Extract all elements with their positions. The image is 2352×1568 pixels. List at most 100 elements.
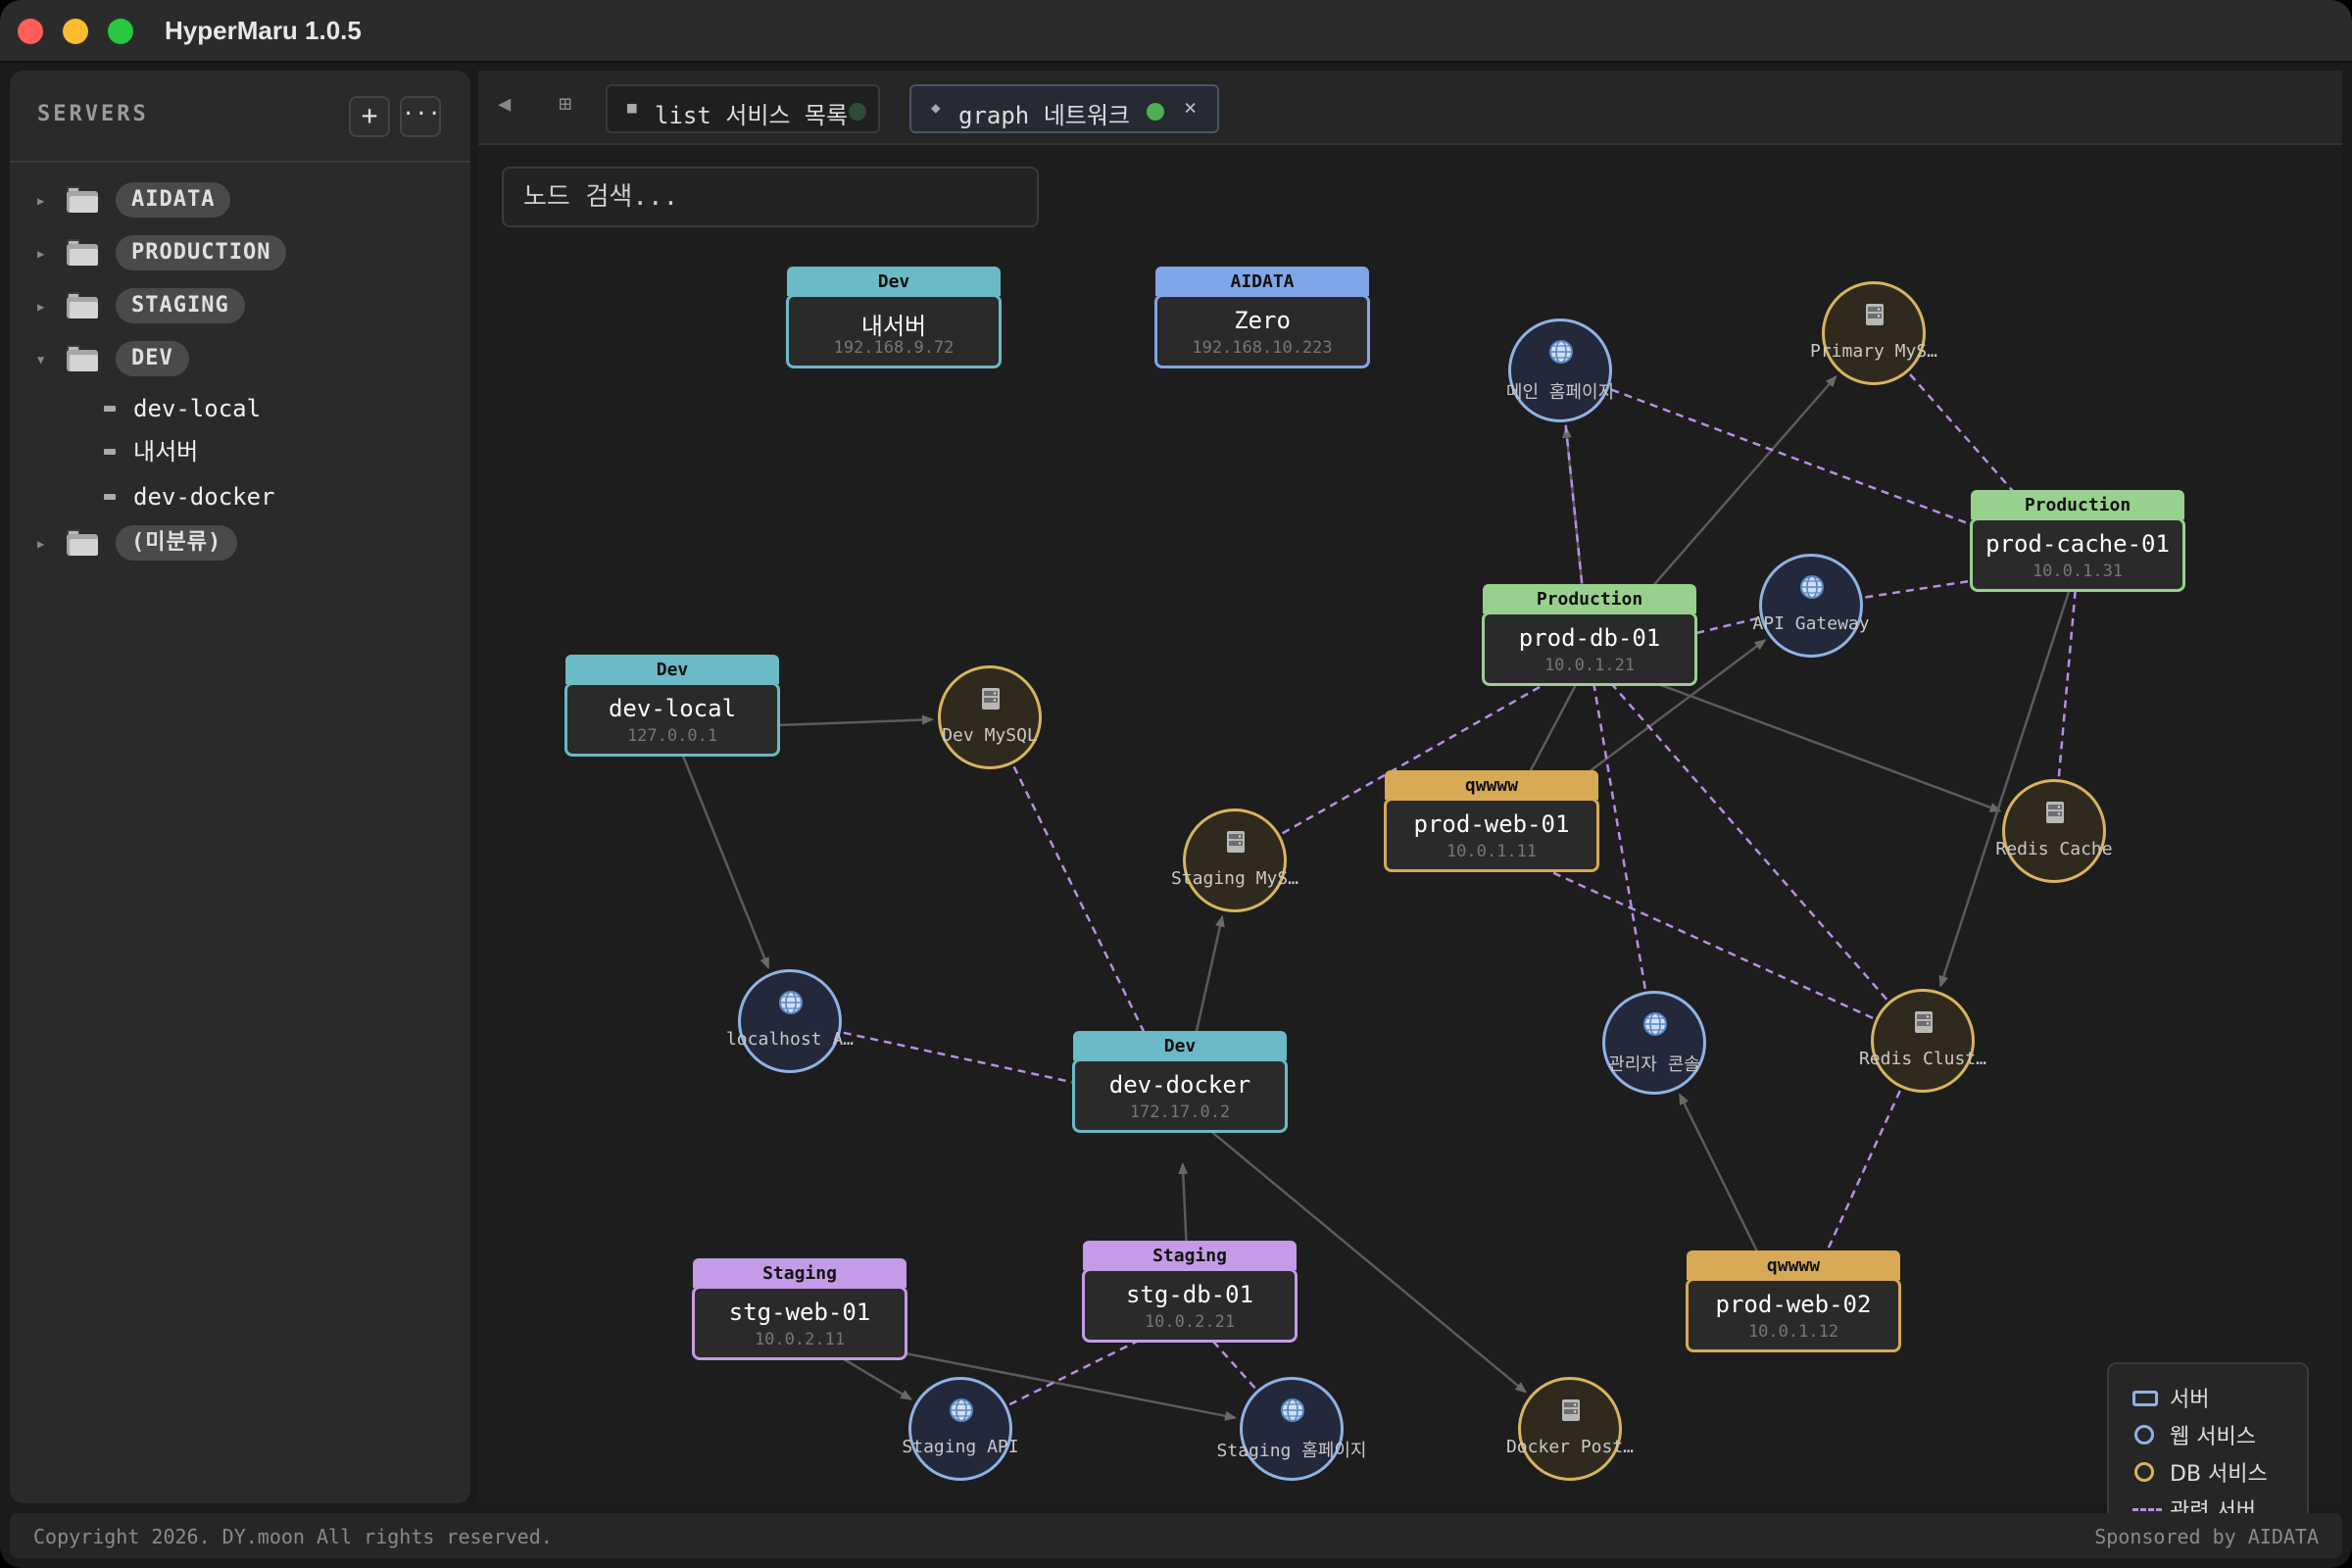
- service-node-devmysql[interactable]: [938, 665, 1042, 769]
- service-node-apigw[interactable]: [1759, 554, 1863, 658]
- sidebar: SERVERS + ··· ▶ AIDATA ▶ PRODUCTION ▶ ST…: [10, 71, 470, 1503]
- server-box: stg-db-01 10.0.2.21: [1082, 1268, 1298, 1343]
- server-name: prod-cache-01: [1985, 530, 2170, 558]
- server-tag: qwwww: [1687, 1250, 1900, 1280]
- app-window: HyperMaru 1.0.5 SERVERS + ··· ▶ AIDATA ▶…: [0, 0, 2352, 1568]
- tab-label: list 서비스 목록: [655, 102, 849, 129]
- server-ip: 10.0.1.21: [1544, 656, 1636, 675]
- folder-icon: [67, 529, 98, 556]
- server-icon: [104, 406, 116, 412]
- collapse-sidebar-icon[interactable]: ◀: [498, 92, 511, 117]
- server-box: 내서버 192.168.9.72: [786, 294, 1002, 368]
- server-box: dev-docker 172.17.0.2: [1072, 1058, 1288, 1133]
- server-name: 내서버: [860, 313, 927, 340]
- folder-icon: [67, 292, 98, 318]
- add-server-button[interactable]: +: [349, 96, 390, 137]
- service-node-main[interactable]: [1508, 318, 1612, 422]
- server-tag: qwwww: [1385, 770, 1598, 800]
- tab-network-graph[interactable]: ◆ graph 네트워크 ×: [909, 84, 1219, 133]
- tab-label: graph 네트워크: [958, 102, 1131, 129]
- server-name: dev-docker: [1108, 1071, 1251, 1099]
- server-ip: 10.0.1.31: [2032, 562, 2124, 581]
- folder-label: DEV: [116, 341, 189, 376]
- more-options-button[interactable]: ···: [400, 96, 441, 137]
- database-icon: [1223, 829, 1249, 855]
- legend-label: DB 서비스: [2170, 1462, 2268, 1487]
- chevron-right-icon: ▶: [37, 247, 45, 261]
- server-box: stg-web-01 10.0.2.11: [692, 1286, 907, 1360]
- dependency-edge: [670, 728, 770, 970]
- server-name: dev-local: [608, 695, 737, 722]
- globe-icon: [1642, 1011, 1668, 1037]
- sidebar-header: SERVERS + ···: [10, 71, 470, 163]
- tab-service-list[interactable]: ■ list 서비스 목록: [606, 84, 880, 133]
- service-node-stgmysql[interactable]: [1183, 808, 1287, 912]
- close-window-button[interactable]: [18, 19, 43, 44]
- diamond-icon: ◆: [931, 98, 941, 117]
- service-label: 관리자 콘솔: [1608, 1054, 1700, 1075]
- chevron-right-icon: ▶: [37, 537, 45, 551]
- server-tag: Staging: [693, 1258, 906, 1288]
- server-name: prod-web-02: [1715, 1291, 1872, 1318]
- service-node-primary[interactable]: [1822, 281, 1926, 385]
- server-label: dev-local: [133, 395, 262, 422]
- folder-open-icon: [67, 345, 98, 371]
- network-graph: 서버 웹 서비스 DB 서비스 관련 서버 Dev내서버192.168.9.72…: [478, 147, 2342, 1541]
- server-icon: [104, 494, 116, 500]
- service-node-dockerpost[interactable]: [1518, 1377, 1622, 1481]
- service-node-rediscl[interactable]: [1871, 989, 1975, 1093]
- chevron-down-icon: ▼: [37, 353, 45, 367]
- server-swatch-icon: [2132, 1391, 2158, 1406]
- database-icon: [1862, 302, 1887, 327]
- footer: Copyright 2026. DY.moon All rights reser…: [10, 1513, 2342, 1558]
- maximize-window-button[interactable]: [108, 19, 133, 44]
- copyright-text: Copyright 2026. DY.moon All rights reser…: [33, 1525, 553, 1548]
- service-label: Staging MyS…: [1170, 868, 1299, 889]
- related-edge: [1491, 843, 1924, 1043]
- server-icon: [104, 449, 116, 455]
- database-icon: [1558, 1397, 1584, 1423]
- minimize-window-button[interactable]: [63, 19, 88, 44]
- related-edge: [1589, 658, 1924, 1042]
- server-ip: 10.0.1.11: [1446, 842, 1538, 861]
- web-swatch-icon: [2134, 1425, 2154, 1445]
- globe-icon: [1799, 574, 1825, 600]
- server-box: prod-web-02 10.0.1.12: [1686, 1278, 1901, 1352]
- chevron-right-icon: ▶: [37, 194, 45, 208]
- folder-icon: [67, 186, 98, 213]
- service-label: Staging 홈페이지: [1216, 1441, 1367, 1461]
- database-icon: [2042, 800, 2068, 825]
- close-tab-icon[interactable]: ×: [1184, 96, 1197, 121]
- service-node-localhost[interactable]: [738, 969, 842, 1073]
- database-icon: [1911, 1009, 1936, 1035]
- server-ip: 10.0.2.11: [754, 1330, 846, 1349]
- service-node-redis[interactable]: [2002, 779, 2106, 883]
- server-box: prod-db-01 10.0.1.21: [1482, 612, 1697, 686]
- server-name: stg-web-01: [728, 1298, 871, 1326]
- globe-icon: [778, 990, 804, 1015]
- service-node-stgapi[interactable]: [908, 1377, 1012, 1481]
- server-name: stg-db-01: [1125, 1281, 1254, 1308]
- service-label: Redis Clust…: [1858, 1049, 1987, 1069]
- folder-label: PRODUCTION: [116, 235, 287, 270]
- server-name: prod-web-01: [1413, 810, 1570, 838]
- dependency-edge: [1938, 564, 2080, 988]
- folder-label: (미분류): [116, 525, 238, 561]
- service-label: API Gateway: [1752, 613, 1870, 634]
- server-ip: 127.0.0.1: [626, 726, 718, 746]
- tab-bar: ◀ ⊞ ■ list 서비스 목록 ◆ graph 네트워크 ×: [478, 71, 2342, 145]
- status-dot: [1147, 103, 1164, 121]
- globe-icon: [1280, 1397, 1305, 1423]
- node-search-input[interactable]: [502, 167, 1039, 227]
- legend-label: 웹 서비스: [2170, 1425, 2256, 1449]
- db-swatch-icon: [2134, 1462, 2154, 1482]
- grid-icon[interactable]: ⊞: [559, 92, 571, 117]
- server-tag: Dev: [787, 267, 1001, 296]
- status-dot: [849, 103, 866, 121]
- legend-label: 서버: [2170, 1388, 2210, 1412]
- server-ip: 192.168.10.223: [1192, 338, 1333, 358]
- service-node-stghome[interactable]: [1240, 1377, 1344, 1481]
- server-tag: Staging: [1083, 1241, 1297, 1270]
- service-node-admin[interactable]: [1602, 991, 1706, 1095]
- servers-title: SERVERS: [37, 102, 149, 126]
